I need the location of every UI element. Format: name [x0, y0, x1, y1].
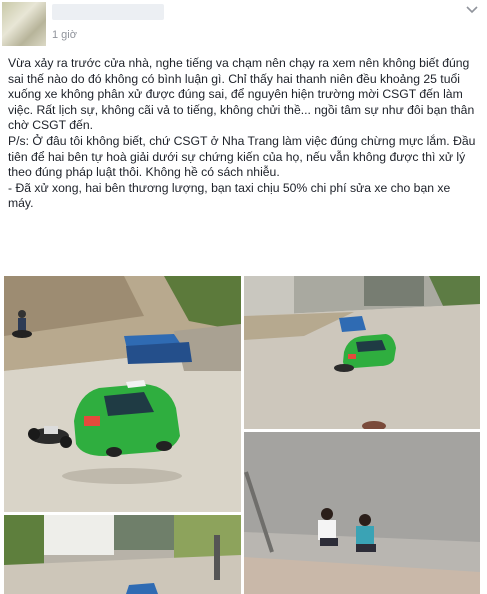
post-text: Vừa xảy ra trước cửa nhà, nghe tiếng va … — [8, 56, 478, 212]
post-paragraph: - Đã xử xong, hai bên thương lượng, bạn … — [8, 180, 451, 211]
post-header: 1 giờ — [0, 0, 487, 50]
post-timestamp[interactable]: 1 giờ — [52, 29, 77, 41]
facebook-post: 1 giờ Vừa xảy ra trước cửa nhà, nghe tiế… — [0, 0, 487, 594]
street-photo[interactable] — [4, 515, 241, 594]
author-name-redacted[interactable] — [52, 4, 164, 20]
post-options-chevron-icon[interactable] — [462, 4, 482, 16]
author-avatar[interactable] — [2, 2, 46, 46]
accident-photo-wide[interactable] — [244, 276, 480, 429]
drivers-sitting-photo[interactable] — [244, 432, 480, 594]
accident-photo-main[interactable] — [4, 276, 241, 512]
post-paragraph: Vừa xảy ra trước cửa nhà, nghe tiếng va … — [8, 56, 475, 133]
post-paragraph: P/s: Ở đâu tôi không biết, chứ CSGT ở Nh… — [8, 133, 476, 180]
photo-grid — [0, 270, 487, 594]
